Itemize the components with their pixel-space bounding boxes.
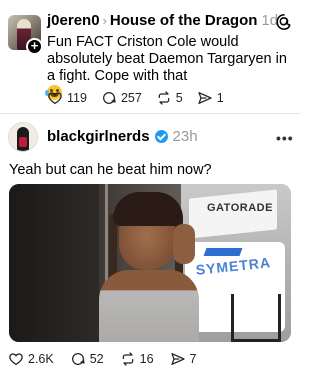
reply-post-text: Yeah but can he beat him now? [9, 162, 212, 178]
chevron-right-icon: › [102, 13, 107, 28]
share-count: 7 [189, 352, 197, 366]
reply-button[interactable]: 257 [101, 90, 142, 106]
like-button[interactable]: 2.6K [8, 351, 54, 367]
parent-post-actions: 119 257 5 1 [47, 90, 238, 106]
reply-username[interactable]: blackgirlnerds [47, 128, 150, 145]
repost-count: 16 [139, 352, 154, 366]
parent-post-body: Fun FACT Criston Cole would absolutely b… [47, 34, 287, 84]
reply-avatar[interactable] [8, 122, 38, 152]
reply-button[interactable]: 52 [70, 351, 104, 367]
comment-icon [102, 92, 116, 104]
reply-post-time: 23h [172, 128, 198, 145]
repost-count: 5 [175, 91, 183, 105]
repost-icon [122, 352, 133, 366]
comment-icon [71, 353, 85, 365]
like-count: 2.6K [28, 352, 54, 366]
like-count: 119 [67, 91, 87, 105]
heart-icon [9, 353, 23, 366]
send-icon [198, 92, 212, 104]
send-icon [170, 353, 185, 365]
reply-media-gif[interactable]: GATORADE SYMETRA [9, 184, 291, 342]
follow-plus-icon[interactable]: + [26, 38, 43, 55]
share-count: 1 [216, 91, 224, 105]
repost-button[interactable]: 5 [156, 90, 183, 106]
threads-logo-icon[interactable] [275, 13, 293, 31]
parent-post: + j0eren0 › House of the Dragon 1d Fun FACT… [0, 0, 300, 112]
reply-post-actions: 2.6K 52 16 7 [8, 351, 212, 367]
repost-button[interactable]: 16 [120, 351, 154, 367]
parent-username[interactable]: j0eren0 [47, 12, 100, 29]
reply-count: 52 [89, 352, 104, 366]
repost-icon [158, 91, 170, 105]
parent-post-header: j0eren0 › House of the Dragon 1d [47, 12, 278, 29]
share-button[interactable]: 7 [170, 351, 197, 367]
reply-count: 257 [120, 91, 142, 105]
reply-post-header: blackgirlnerds 23h [47, 128, 198, 145]
heart-icon [48, 92, 62, 105]
like-button[interactable]: 119 [47, 90, 87, 106]
community-link[interactable]: House of the Dragon [110, 12, 258, 29]
verified-badge-icon [154, 130, 168, 143]
share-button[interactable]: 1 [197, 90, 224, 106]
more-options-icon[interactable]: ••• [276, 130, 294, 146]
post-divider [0, 113, 300, 114]
gatorade-sign: GATORADE [207, 202, 273, 214]
